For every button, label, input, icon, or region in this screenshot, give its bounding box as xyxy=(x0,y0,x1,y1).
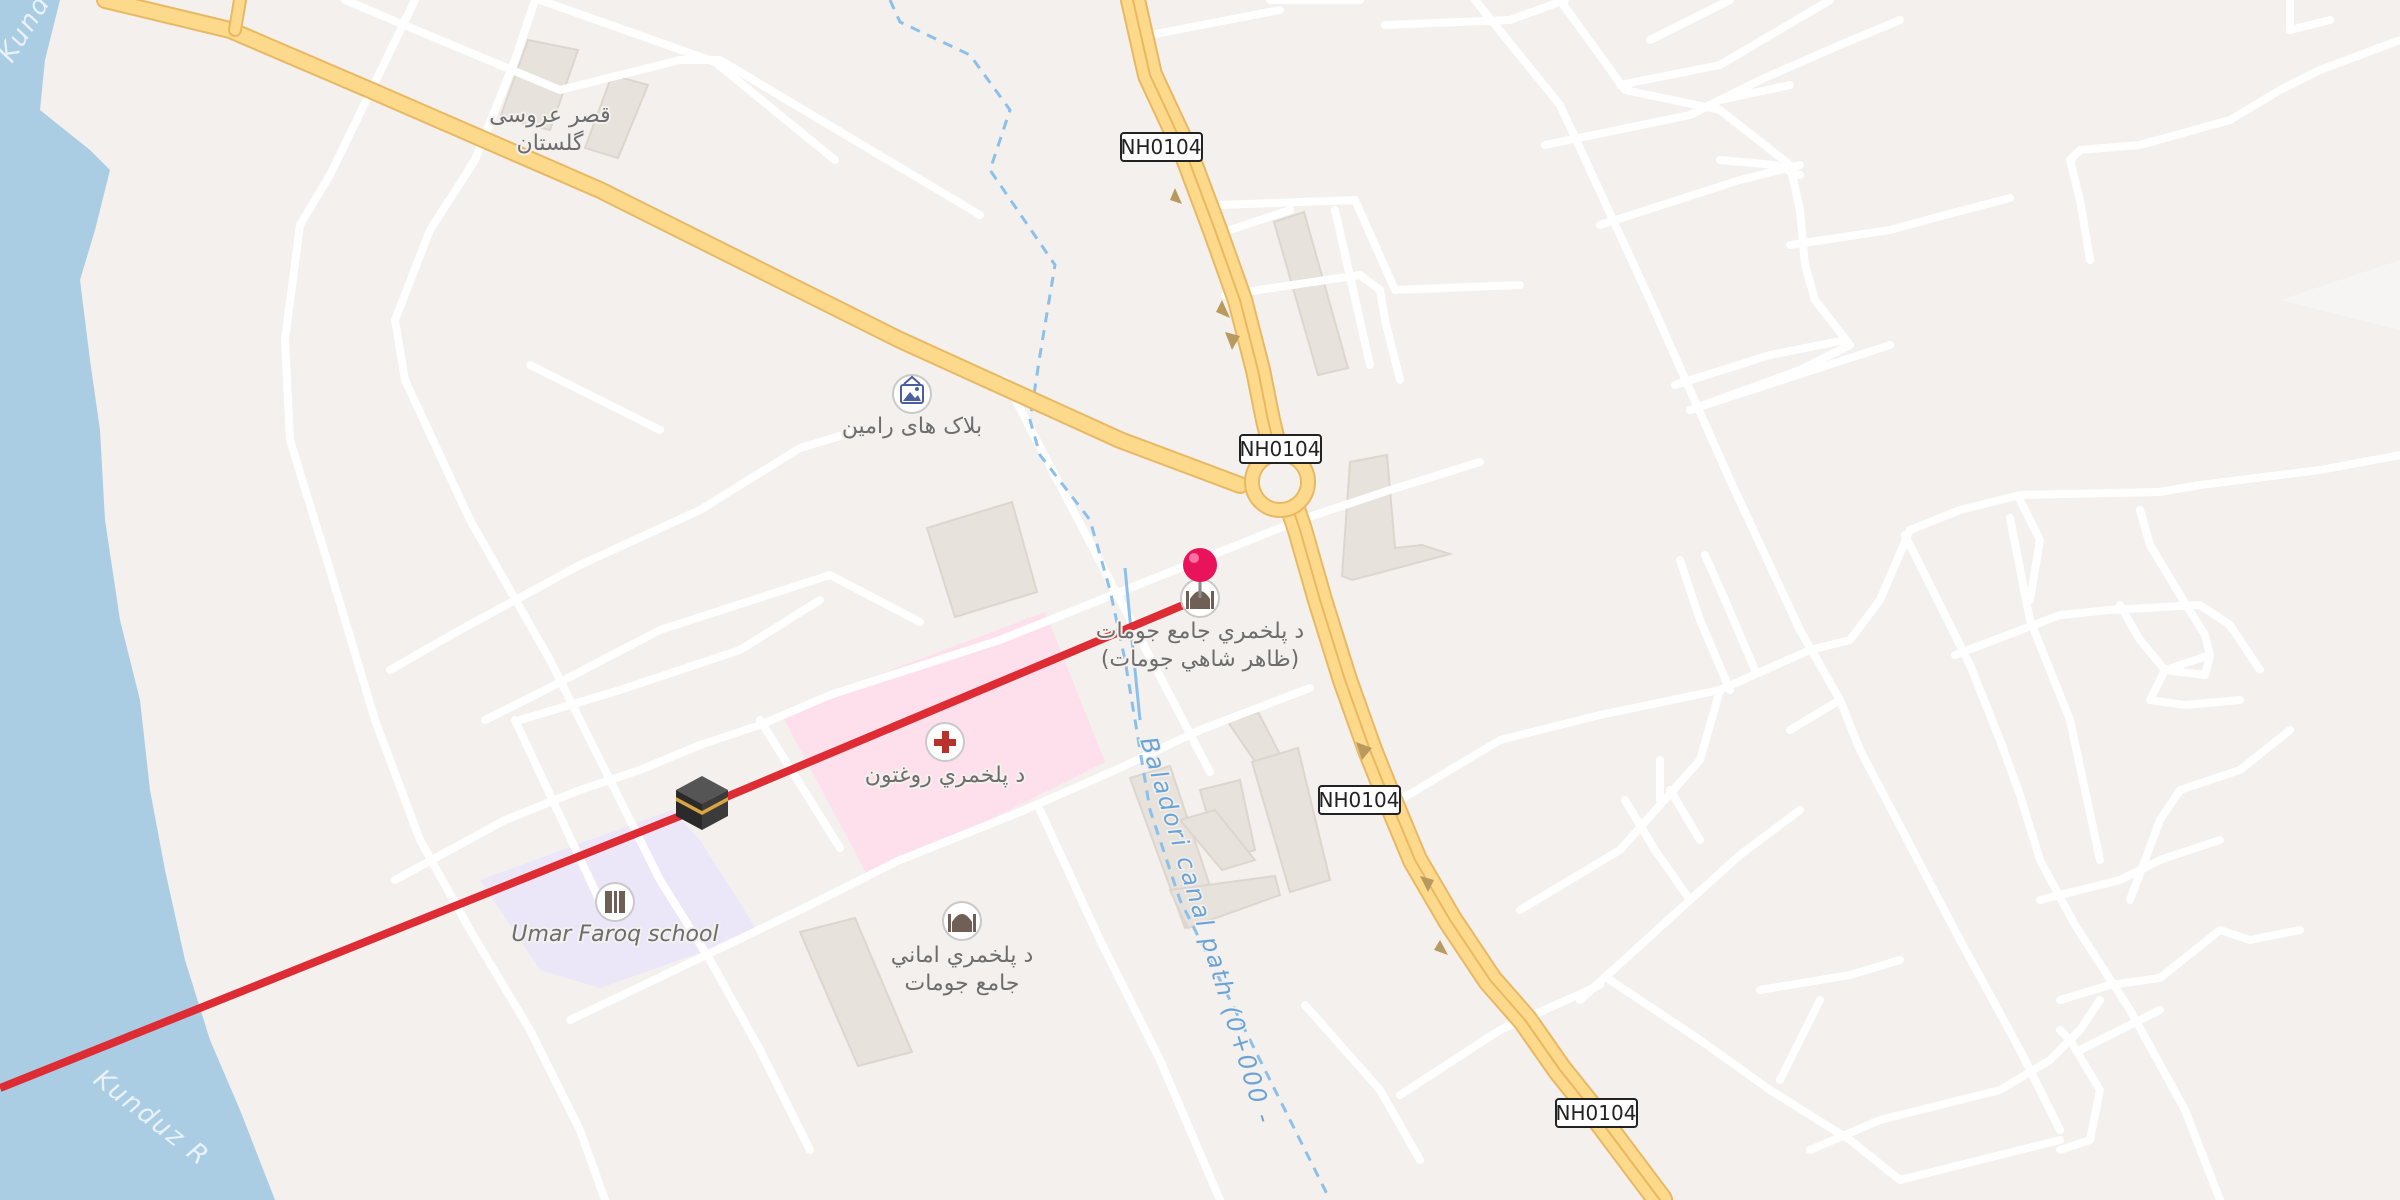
road-shield-3-label: NH0104 xyxy=(1319,788,1400,812)
map-view[interactable]: NH0104 NH0104 NH0104 NH0104 قصر عروسی گل… xyxy=(0,0,2400,1200)
poi-gallery-label: بلاک های رامین xyxy=(842,414,982,439)
poi-mosque-imani-label-1: د پلخمري اماني xyxy=(891,943,1034,968)
mosque-icon xyxy=(942,901,982,941)
road-shield-4-label: NH0104 xyxy=(1556,1101,1637,1125)
poi-mosque-imani-label-2: جامع جومات xyxy=(905,971,1020,996)
poi-hospital-label: د پلخمري روغتون xyxy=(865,763,1025,788)
road-shield-3[interactable]: NH0104 xyxy=(1318,785,1401,815)
hospital-cross-icon xyxy=(925,722,965,762)
poi-mosque-main-label-2: (ظاهر شاهي جومات) xyxy=(1101,647,1299,672)
map-canvas[interactable]: NH0104 NH0104 NH0104 NH0104 قصر عروسی گل… xyxy=(0,0,2400,1200)
road-shield-1[interactable]: NH0104 xyxy=(1120,132,1203,162)
poi-wedding-hall-label-2: گلستان xyxy=(517,130,584,156)
gallery-icon xyxy=(892,374,932,414)
road-shield-4[interactable]: NH0104 xyxy=(1555,1098,1638,1128)
poi-wedding-hall-label-1: قصر عروسی xyxy=(489,103,610,128)
road-shield-2-label: NH0104 xyxy=(1240,437,1321,461)
road-shield-1-label: NH0104 xyxy=(1121,135,1202,159)
poi-mosque-main-label-1: د پلخمري جامع جومات xyxy=(1096,619,1304,644)
school-icon xyxy=(595,882,635,922)
poi-school-label: Umar Faroq school xyxy=(511,922,718,947)
road-shield-2[interactable]: NH0104 xyxy=(1239,434,1322,464)
